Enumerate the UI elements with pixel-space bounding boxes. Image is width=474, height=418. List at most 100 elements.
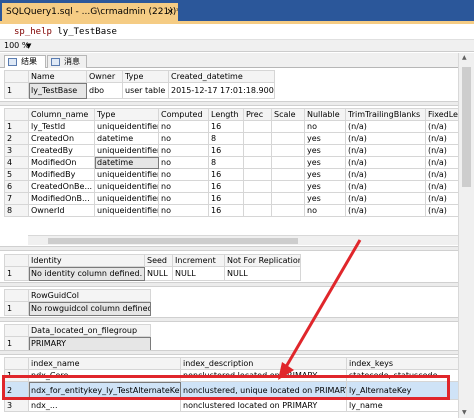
table-row[interactable]: 1 ly_TestId uniqueidentifier no 16 no (n/a) (n/… xyxy=(4,120,474,133)
vertical-scrollbar[interactable]: ▲ ▼ xyxy=(458,53,474,418)
grid-cell[interactable]: 16 xyxy=(208,180,244,193)
column-header[interactable]: Scale xyxy=(271,108,305,121)
column-header[interactable]: Length xyxy=(208,108,244,121)
column-header[interactable]: Computed xyxy=(158,108,209,121)
row-number[interactable]: 2 xyxy=(4,132,29,145)
grid-cell[interactable]: yes xyxy=(304,180,346,193)
column-header[interactable]: Increment xyxy=(172,254,225,267)
grid-cell[interactable]: no xyxy=(158,192,209,205)
grid-cell[interactable]: no xyxy=(158,144,209,157)
grid-cell[interactable]: no xyxy=(158,156,209,169)
table-row[interactable]: 6 CreatedOnBe... uniqueidentifier no 16 yes (n… xyxy=(4,180,474,193)
column-header[interactable]: RowGuidCol xyxy=(28,289,151,302)
grid-cell[interactable]: NULL xyxy=(144,266,173,281)
column-header[interactable]: Owner xyxy=(86,70,123,83)
column-header[interactable]: Not For Replication xyxy=(224,254,301,267)
grid-cell[interactable]: yes xyxy=(304,144,346,157)
grid-cell[interactable]: 16 xyxy=(208,120,244,133)
grid-cell[interactable]: (n/a) xyxy=(345,180,426,193)
grid-cell[interactable] xyxy=(243,204,272,217)
grid-cell[interactable] xyxy=(243,132,272,145)
tab-results[interactable]: 结果 xyxy=(4,55,46,68)
column-header[interactable]: Nullable xyxy=(304,108,346,121)
close-tab-icon[interactable]: × xyxy=(166,3,174,21)
column-header[interactable]: Column_name xyxy=(28,108,95,121)
grid-cell[interactable]: no xyxy=(158,120,209,133)
column-header[interactable]: index_keys xyxy=(346,357,459,370)
grid-cell[interactable]: (n/a) xyxy=(345,204,426,217)
grid-cell[interactable]: 16 xyxy=(208,168,244,181)
document-tab[interactable]: SQLQuery1.sql - ...G\crmadmin (221))* × xyxy=(2,3,178,21)
column-header[interactable]: Prec xyxy=(243,108,272,121)
row-number[interactable]: 4 xyxy=(4,156,29,169)
grid-cell[interactable] xyxy=(271,192,305,205)
column-header[interactable]: Created_datetime xyxy=(168,70,275,83)
grid-cell[interactable]: uniqueidentifier xyxy=(94,168,159,181)
grid-cell[interactable] xyxy=(271,120,305,133)
grid-cell[interactable]: uniqueidentifier xyxy=(94,192,159,205)
table-row[interactable]: 5 ModifiedBy uniqueidentifier no 16 yes (n/a)(… xyxy=(4,168,474,181)
grid-cell[interactable] xyxy=(271,144,305,157)
grid-cell[interactable] xyxy=(243,168,272,181)
zoom-dropdown-icon[interactable]: ▼ xyxy=(26,40,31,52)
grid-cell[interactable]: ly_name xyxy=(346,399,459,412)
grid-cell[interactable]: ModifiedBy xyxy=(28,168,95,181)
grid-cell[interactable] xyxy=(243,144,272,157)
grid-cell[interactable]: no xyxy=(158,168,209,181)
row-number[interactable]: 1 xyxy=(4,120,29,133)
grid-cell[interactable]: NULL xyxy=(172,266,225,281)
scroll-up-icon[interactable]: ▲ xyxy=(462,54,467,61)
grid-cell[interactable]: 8 xyxy=(208,156,244,169)
grid-cell[interactable] xyxy=(271,168,305,181)
grid-cell[interactable] xyxy=(271,204,305,217)
grid-cell[interactable]: ModifiedOnB... xyxy=(28,192,95,205)
grid-cell[interactable]: (n/a) xyxy=(345,168,426,181)
column-header[interactable]: index_name xyxy=(28,357,181,370)
table-row[interactable]: 4 ModifiedOn datetime no 8 yes (n/a) (n/a) xyxy=(4,156,474,169)
grid-cell[interactable]: OwnerId xyxy=(28,204,95,217)
grid-cell[interactable]: 8 xyxy=(208,132,244,145)
table-row[interactable]: 3 ndx_... nonclustered located on PRIMAR… xyxy=(4,399,459,412)
grid-cell[interactable] xyxy=(243,120,272,133)
grid-cell[interactable]: 16 xyxy=(208,192,244,205)
column-header[interactable]: Type xyxy=(94,108,159,121)
row-number[interactable]: 1 xyxy=(4,82,29,99)
grid-cell[interactable] xyxy=(271,180,305,193)
grid-cell[interactable] xyxy=(243,156,272,169)
row-number[interactable]: 3 xyxy=(4,144,29,157)
grid-cell[interactable]: (n/a) xyxy=(345,120,426,133)
grid-cell[interactable]: uniqueidentifier xyxy=(94,204,159,217)
scrollbar-thumb[interactable] xyxy=(48,238,298,244)
grid-cell[interactable]: no xyxy=(158,132,209,145)
grid-cell[interactable]: (n/a) xyxy=(345,132,426,145)
grid-cell[interactable] xyxy=(271,132,305,145)
row-number[interactable]: 8 xyxy=(4,204,29,217)
grid-splitter[interactable] xyxy=(0,101,474,106)
grid-cell[interactable]: no xyxy=(304,120,346,133)
table-row[interactable]: 3 CreatedBy uniqueidentifier no 16 yes (n/a) (n… xyxy=(4,144,474,157)
table-row[interactable]: 8 OwnerId uniqueidentifier no 16 no (n/a) (n/a) xyxy=(4,204,474,217)
scrollbar-thumb[interactable] xyxy=(462,67,471,187)
row-number[interactable]: 3 xyxy=(4,399,29,412)
grid-cell[interactable]: user table xyxy=(122,82,169,99)
grid-cell[interactable]: yes xyxy=(304,192,346,205)
grid-cell[interactable]: PRIMARY xyxy=(28,336,151,351)
grid-cell[interactable]: nonclustered located on PRIMARY xyxy=(180,399,347,412)
grid-splitter[interactable] xyxy=(0,282,474,287)
grid-cell[interactable]: No rowguidcol column defined. xyxy=(28,301,151,316)
column-header[interactable]: index_description xyxy=(180,357,347,370)
column-header[interactable]: Seed xyxy=(144,254,173,267)
grid-cell[interactable]: uniqueidentifier xyxy=(94,180,159,193)
row-number[interactable]: 6 xyxy=(4,180,29,193)
grid-splitter[interactable] xyxy=(0,350,474,355)
grid-cell[interactable]: no xyxy=(158,204,209,217)
column-header[interactable]: Identity xyxy=(28,254,145,267)
grid-cell[interactable]: CreatedBy xyxy=(28,144,95,157)
grid-cell[interactable]: CreatedOnBe... xyxy=(28,180,95,193)
grid-cell[interactable]: uniqueidentifier xyxy=(94,120,159,133)
grid-cell[interactable]: ModifiedOn xyxy=(28,156,95,169)
column-header[interactable]: Name xyxy=(28,70,87,83)
row-number[interactable]: 1 xyxy=(4,301,29,316)
grid-cell[interactable] xyxy=(271,156,305,169)
grid-splitter[interactable] xyxy=(0,246,474,251)
